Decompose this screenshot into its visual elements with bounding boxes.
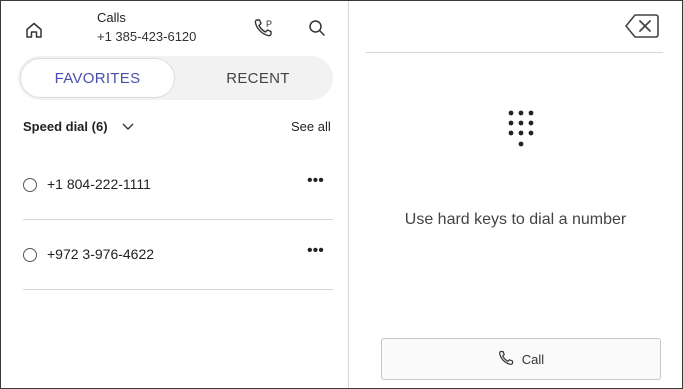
call-button-label: Call (521, 351, 545, 367)
speed-dial-toggle[interactable]: Speed dial (6) (23, 119, 134, 134)
speed-dial-number: +1 804-222-1111 (47, 176, 151, 192)
list-item[interactable]: +1 804-222-1111 ••• (23, 150, 333, 220)
chevron-down-icon (122, 119, 134, 134)
own-phone-number: +1 385-423-6120 (97, 29, 197, 44)
app-title: Calls (97, 10, 126, 25)
home-icon[interactable] (21, 17, 47, 43)
radio-button[interactable] (23, 248, 37, 262)
svg-text:P: P (266, 19, 272, 29)
search-icon[interactable] (304, 15, 330, 41)
backspace-icon[interactable] (623, 11, 661, 41)
dial-hint-text: Use hard keys to dial a number (404, 211, 627, 228)
panel-divider (348, 1, 349, 388)
tab-recent[interactable]: RECENT (188, 56, 328, 100)
list-item[interactable]: +972 3-976-4622 ••• (23, 220, 333, 290)
phone-icon (498, 350, 514, 369)
phone-screen: Calls +1 385-423-6120 P FAVORITES RECENT… (0, 0, 683, 389)
tab-bar: FAVORITES RECENT (18, 56, 333, 100)
radio-button[interactable] (23, 178, 37, 192)
speed-dial-number: +972 3-976-4622 (47, 246, 155, 262)
keypad-icon (501, 105, 541, 157)
see-all-link[interactable]: See all (291, 119, 331, 134)
tab-favorites[interactable]: FAVORITES (20, 58, 175, 98)
call-button[interactable]: Call (381, 338, 661, 380)
more-options-icon[interactable]: ••• (307, 172, 324, 190)
dial-input-line (366, 52, 663, 53)
more-options-icon[interactable]: ••• (307, 242, 324, 260)
speed-dial-label: Speed dial (6) (23, 119, 108, 134)
voicemail-call-icon[interactable]: P (251, 15, 277, 41)
